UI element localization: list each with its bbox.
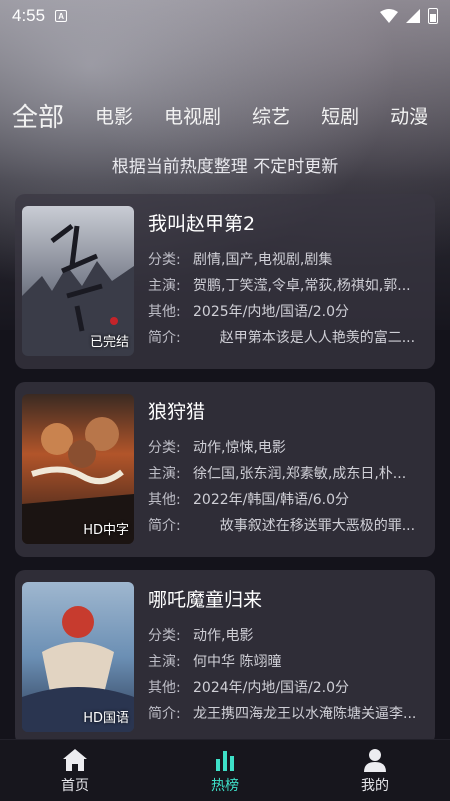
item-info: 我叫赵甲第2 分类: 剧情,国产,电视剧,剧集 主演: 贺鹏,丁笑滢,令卓,常荻… (148, 206, 428, 350)
poster[interactable]: 已完结 (22, 206, 134, 356)
tab-anime[interactable]: 动漫 (390, 102, 428, 129)
item-title: 我叫赵甲第2 (148, 213, 256, 235)
item-title: 哪吒魔童归来 (148, 589, 263, 611)
cast-label: 主演: (148, 654, 181, 670)
category-label: 分类: (148, 440, 181, 456)
quality-badge: HD国语 (83, 711, 129, 726)
nav-mine[interactable]: 我的 (330, 747, 420, 795)
cast-label: 主演: (148, 278, 181, 294)
nav-mine-label: 我的 (361, 777, 389, 794)
status-badge: 已完结 (89, 335, 129, 350)
category-row: 分类: 剧情,国产,电视剧,剧集 (148, 246, 428, 272)
poster[interactable]: HD国语 (22, 582, 134, 732)
other-label: 其他: (148, 680, 181, 696)
category-row: 分类: 动作,电影 (148, 622, 428, 648)
cast-row: 主演: 何中华 陈翊曈 (148, 648, 428, 674)
nav-hot-label: 热榜 (211, 777, 239, 794)
tab-short[interactable]: 短剧 (321, 102, 359, 129)
tab-tv[interactable]: 电视剧 (164, 102, 221, 129)
tab-variety[interactable]: 综艺 (252, 102, 290, 129)
cast-row: 主演: 贺鹏,丁笑滢,令卓,常荻,杨祺如,郭... (148, 272, 428, 298)
ranking-list: 已完结 我叫赵甲第2 分类: 剧情,国产,电视剧,剧集 主演: 贺鹏,丁笑滢,令… (15, 194, 435, 758)
cast-value: 贺鹏,丁笑滢,令卓,常荻,杨祺如,郭... (193, 278, 411, 294)
tab-all[interactable]: 全部 (12, 97, 64, 134)
tab-movie[interactable]: 电影 (95, 102, 133, 129)
battery-icon (428, 8, 438, 24)
item-info: 哪吒魔童归来 分类: 动作,电影 主演: 何中华 陈翊曈 其他: 2024年/内… (148, 582, 428, 726)
intro-label: 简介: (148, 518, 181, 534)
cast-value: 徐仁国,张东润,郑素敏,成东日,朴... (193, 466, 407, 482)
signal-icon (406, 9, 420, 23)
user-icon (364, 748, 386, 772)
intro-row: 简介: 赵甲第本该是人人艳羡的富二... (148, 324, 428, 350)
other-label: 其他: (148, 492, 181, 508)
other-value: 2022年/韩国/韩语/6.0分 (193, 492, 350, 508)
bottom-nav: 首页 热榜 我的 (0, 739, 450, 801)
category-value: 动作,惊悚,电影 (193, 440, 286, 456)
item-info: 狼狩猎 分类: 动作,惊悚,电影 主演: 徐仁国,张东润,郑素敏,成东日,朴..… (148, 394, 428, 538)
other-row: 其他: 2025年/内地/国语/2.0分 (148, 298, 428, 324)
bar-chart-icon (216, 750, 234, 771)
home-icon (63, 748, 87, 771)
poster[interactable]: HD中字 (22, 394, 134, 544)
status-time: 4:55 (12, 6, 46, 25)
other-label: 其他: (148, 304, 181, 320)
category-value: 剧情,国产,电视剧,剧集 (193, 252, 333, 268)
nav-home[interactable]: 首页 (30, 747, 120, 795)
notification-a-icon: A (55, 10, 68, 22)
intro-value: 故事叙述在移送罪大恶极的罪... (193, 518, 416, 534)
category-label: 分类: (148, 628, 181, 644)
cast-label: 主演: (148, 466, 181, 482)
item-title: 狼狩猎 (148, 401, 206, 423)
nav-home-label: 首页 (61, 777, 89, 794)
other-row: 其他: 2022年/韩国/韩语/6.0分 (148, 486, 428, 512)
other-value: 2025年/内地/国语/2.0分 (193, 304, 350, 320)
category-tabs: 全部 电影 电视剧 综艺 短剧 动漫 (0, 92, 450, 138)
intro-value: 龙王携四海龙王以水淹陈塘关逼李... (193, 706, 417, 722)
intro-row: 简介: 故事叙述在移送罪大恶极的罪... (148, 512, 428, 538)
cast-row: 主演: 徐仁国,张东润,郑素敏,成东日,朴... (148, 460, 428, 486)
list-item[interactable]: 已完结 我叫赵甲第2 分类: 剧情,国产,电视剧,剧集 主演: 贺鹏,丁笑滢,令… (15, 194, 435, 369)
list-item[interactable]: HD中字 狼狩猎 分类: 动作,惊悚,电影 主演: 徐仁国,张东润,郑素敏,成东… (15, 382, 435, 557)
other-value: 2024年/内地/国语/2.0分 (193, 680, 350, 696)
cast-value: 何中华 陈翊曈 (193, 654, 282, 670)
quality-badge: HD中字 (83, 523, 129, 538)
intro-label: 简介: (148, 706, 181, 722)
nav-hot[interactable]: 热榜 (180, 747, 270, 795)
category-label: 分类: (148, 252, 181, 268)
other-row: 其他: 2024年/内地/国语/2.0分 (148, 674, 428, 700)
list-item[interactable]: HD国语 哪吒魔童归来 分类: 动作,电影 主演: 何中华 陈翊曈 其他: 20… (15, 570, 435, 745)
intro-label: 简介: (148, 330, 181, 346)
status-bar: 4:55 A (0, 0, 450, 32)
category-value: 动作,电影 (193, 628, 254, 644)
subtitle: 根据当前热度整理 不定时更新 (111, 157, 339, 177)
category-row: 分类: 动作,惊悚,电影 (148, 434, 428, 460)
wifi-icon (380, 9, 398, 23)
intro-value: 赵甲第本该是人人艳羡的富二... (193, 330, 416, 346)
intro-row: 简介: 龙王携四海龙王以水淹陈塘关逼李... (148, 700, 428, 726)
